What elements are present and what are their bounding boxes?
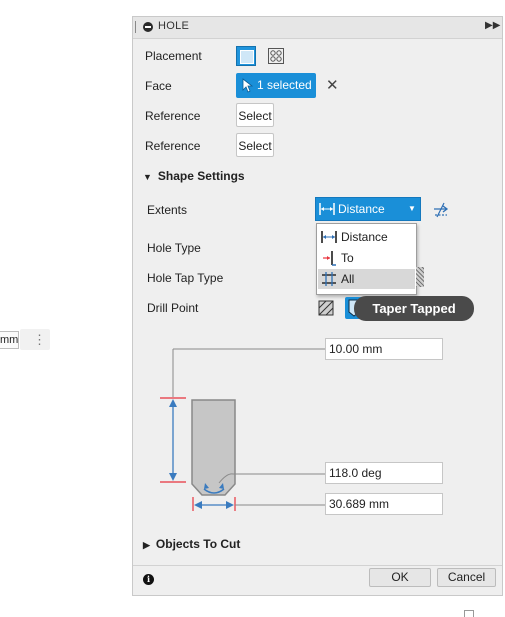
hole-diagram (160, 348, 325, 511)
expand-dialog-icon[interactable]: ▶▶ (485, 20, 500, 31)
clear-selection-icon[interactable]: ✕ (326, 76, 339, 94)
menu-item-label: All (341, 272, 355, 286)
distance-icon (319, 203, 335, 215)
hole-tap-type-label: Hole Tap Type (147, 271, 224, 285)
cursor-arrow-icon (242, 78, 253, 93)
tip-angle-input[interactable]: 118.0 deg (325, 462, 443, 484)
expanded-triangle-icon: ▼ (143, 172, 152, 182)
reference-select-button-1[interactable]: Select (236, 103, 274, 127)
ok-button[interactable]: OK (369, 568, 431, 587)
more-options-icon[interactable]: ⋮ (33, 332, 46, 348)
dialog-title: HOLE (158, 20, 190, 32)
reference-label-2: Reference (145, 139, 201, 153)
multiple-holes-icon (268, 48, 284, 64)
single-hole-placement-button[interactable] (236, 46, 256, 66)
objects-to-cut-title: Objects To Cut (155, 537, 241, 551)
menu-item-distance[interactable]: Distance (318, 227, 415, 247)
diameter-input[interactable]: 30.689 mm (325, 493, 443, 515)
objects-to-cut-header[interactable]: ▶ Objects To Cut (143, 537, 240, 551)
hidden-tap-type-icon-edge (416, 267, 424, 287)
single-hole-icon (240, 50, 254, 64)
shape-settings-header[interactable]: ▼ Shape Settings (143, 169, 245, 183)
drill-point-label: Drill Point (147, 301, 199, 315)
extents-dropdown[interactable]: Distance ▼ (315, 197, 421, 221)
info-icon[interactable]: i (143, 574, 154, 585)
drag-grip-icon[interactable] (135, 21, 138, 33)
to-object-icon (323, 251, 336, 266)
distance-icon (321, 231, 337, 243)
extents-value: Distance (338, 202, 385, 216)
multiple-holes-placement-button[interactable] (266, 46, 286, 66)
face-selection-text: 1 selected (257, 78, 312, 92)
hole-dialog: HOLE ▶▶ Placement Face 1 selected ✕ Refe… (132, 16, 503, 596)
shape-settings-title: Shape Settings (157, 169, 245, 183)
extents-label: Extents (147, 203, 188, 217)
placement-label: Placement (145, 49, 202, 63)
flip-direction-icon (434, 202, 449, 218)
menu-item-label: Distance (341, 230, 388, 244)
corner-resize-icon[interactable] (464, 610, 474, 617)
hole-type-label: Hole Type (147, 241, 201, 255)
background-value-field[interactable]: mm (0, 331, 19, 349)
reference-select-button-2[interactable]: Select (236, 133, 274, 157)
collapse-dialog-icon[interactable] (143, 22, 153, 32)
flip-direction-button[interactable] (432, 201, 450, 222)
dialog-titlebar[interactable]: HOLE ▶▶ (133, 17, 502, 39)
flat-drill-point-icon (318, 300, 334, 316)
menu-item-all[interactable]: All (318, 269, 415, 289)
collapsed-triangle-icon: ▶ (143, 540, 150, 550)
extents-menu: Distance To All (316, 223, 417, 295)
chevron-down-icon: ▼ (408, 204, 416, 213)
face-selection-button[interactable]: 1 selected (236, 73, 316, 98)
depth-input[interactable]: 10.00 mm (325, 338, 443, 360)
menu-item-label: To (341, 251, 354, 265)
through-all-icon (322, 272, 336, 286)
cancel-button[interactable]: Cancel (437, 568, 496, 587)
menu-item-to[interactable]: To (318, 248, 415, 268)
face-label: Face (145, 79, 172, 93)
reference-label-1: Reference (145, 109, 201, 123)
